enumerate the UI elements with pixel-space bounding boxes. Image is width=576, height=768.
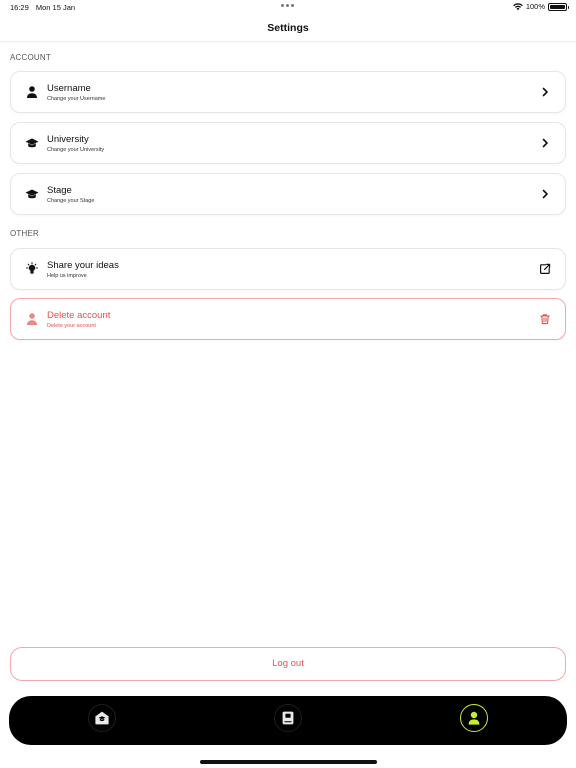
item-label: Username bbox=[47, 83, 91, 94]
settings-item-delete-account[interactable]: Delete account Delete your account bbox=[10, 298, 566, 340]
item-texts: Delete account Delete your account bbox=[47, 310, 110, 330]
item-sublabel: Change your Stage bbox=[47, 198, 95, 204]
item-label: Delete account bbox=[47, 310, 111, 321]
item-sublabel: Change your University bbox=[47, 147, 105, 153]
home-icon bbox=[95, 711, 109, 725]
settings-item-stage[interactable]: Stage Change your Stage bbox=[10, 173, 566, 215]
status-left: 16:29 Mon 15 Jan bbox=[10, 3, 75, 12]
tab-bar bbox=[9, 696, 567, 745]
dot bbox=[281, 4, 284, 7]
chevron-right-icon bbox=[542, 189, 548, 199]
home-indicator[interactable] bbox=[200, 760, 377, 764]
item-texts: Stage Change your Stage bbox=[47, 185, 94, 205]
graduation-cap-icon bbox=[25, 189, 39, 199]
lightbulb-icon bbox=[26, 262, 38, 274]
nav-header: Settings bbox=[0, 14, 576, 42]
logout-button[interactable]: Log out bbox=[10, 647, 566, 681]
multitasking-dots[interactable] bbox=[281, 4, 294, 7]
battery-percentage: 100% bbox=[525, 2, 545, 11]
page-title: Settings bbox=[267, 22, 309, 34]
wifi-icon bbox=[513, 2, 523, 10]
person-icon bbox=[27, 313, 37, 325]
item-texts: Username Change your Username bbox=[47, 83, 105, 103]
item-sublabel: Delete your account bbox=[47, 323, 96, 329]
settings-item-university[interactable]: University Change your University bbox=[10, 122, 566, 164]
settings-item-share-ideas[interactable]: Share your ideas Help us improve bbox=[10, 248, 566, 290]
status-bar: 16:29 Mon 15 Jan 100% bbox=[0, 0, 576, 14]
chevron-right-icon bbox=[542, 87, 548, 97]
item-sublabel: Help us improve bbox=[47, 273, 87, 279]
dot bbox=[286, 4, 289, 7]
person-icon bbox=[27, 86, 37, 98]
item-texts: Share your ideas Help us improve bbox=[47, 260, 119, 280]
book-icon bbox=[282, 711, 294, 725]
settings-item-username[interactable]: Username Change your Username bbox=[10, 71, 566, 113]
tab-profile[interactable] bbox=[460, 704, 488, 732]
dot bbox=[291, 4, 294, 7]
item-texts: University Change your University bbox=[47, 134, 104, 154]
graduation-cap-icon bbox=[25, 138, 39, 148]
item-label: Stage bbox=[47, 185, 72, 196]
battery-fill bbox=[550, 4, 565, 9]
item-label: Share your ideas bbox=[47, 260, 119, 271]
chevron-right-icon bbox=[542, 138, 548, 148]
tab-book[interactable] bbox=[274, 704, 302, 732]
person-icon bbox=[468, 711, 480, 725]
status-time: 16:29 bbox=[10, 3, 29, 12]
trash-icon bbox=[540, 314, 550, 325]
status-date: Mon 15 Jan bbox=[35, 3, 76, 12]
item-label: University bbox=[47, 134, 89, 145]
external-link-icon bbox=[540, 263, 551, 274]
item-sublabel: Change your Username bbox=[47, 96, 106, 102]
tab-home[interactable] bbox=[88, 704, 116, 732]
section-title-other: OTHER bbox=[10, 229, 39, 238]
section-title-account: ACCOUNT bbox=[10, 53, 51, 62]
battery-icon bbox=[548, 2, 569, 11]
status-right: 100% bbox=[513, 2, 569, 11]
